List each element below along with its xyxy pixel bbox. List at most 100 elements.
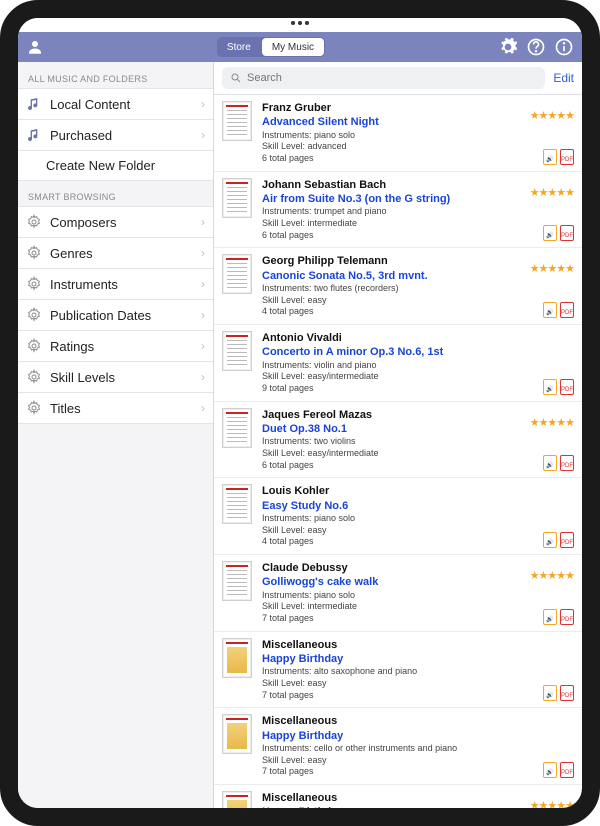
gear-icon[interactable] bbox=[498, 37, 518, 57]
list-item[interactable]: Miscellaneous Happy Birthday Instruments… bbox=[214, 632, 582, 709]
pdf-badge-icon[interactable]: PDF bbox=[560, 149, 574, 165]
pdf-badge-icon[interactable]: PDF bbox=[560, 609, 574, 625]
music-list: Franz Gruber Advanced Silent Night Instr… bbox=[214, 95, 582, 808]
sheet-thumbnail bbox=[222, 714, 252, 754]
sheet-thumbnail bbox=[222, 791, 252, 808]
skill-detail: Skill Level: easy bbox=[262, 525, 533, 537]
audio-badge-icon[interactable]: 🔊 bbox=[543, 762, 557, 778]
search-box[interactable] bbox=[222, 67, 545, 89]
pdf-badge-icon[interactable]: PDF bbox=[560, 455, 574, 471]
piece-title: Happy Birthday bbox=[262, 652, 533, 666]
sheet-thumbnail bbox=[222, 254, 252, 294]
chevron-right-icon: › bbox=[201, 370, 205, 384]
store-mymusic-segmented[interactable]: Store My Music bbox=[217, 37, 325, 57]
sidebar-item-purchased[interactable]: Purchased › bbox=[18, 119, 213, 151]
profile-icon[interactable] bbox=[26, 38, 44, 56]
chevron-right-icon: › bbox=[201, 401, 205, 415]
gear-icon bbox=[26, 400, 42, 416]
pdf-badge-icon[interactable]: PDF bbox=[560, 762, 574, 778]
sheet-thumbnail bbox=[222, 408, 252, 448]
pdf-badge-icon[interactable]: PDF bbox=[560, 379, 574, 395]
sidebar-item-create-folder[interactable]: Create New Folder bbox=[18, 150, 213, 181]
composer-name: Miscellaneous bbox=[262, 638, 533, 652]
composer-name: Georg Philipp Telemann bbox=[262, 254, 520, 268]
item-meta: Franz Gruber Advanced Silent Night Instr… bbox=[262, 101, 520, 165]
list-item[interactable]: Miscellaneous Happy Birthday Instruments… bbox=[214, 785, 582, 808]
sidebar: ALL MUSIC AND FOLDERS Local Content › Pu… bbox=[18, 62, 214, 808]
audio-badge-icon[interactable]: 🔊 bbox=[543, 302, 557, 318]
sidebar-item-label: Instruments bbox=[50, 277, 193, 292]
sidebar-item-titles[interactable]: Titles › bbox=[18, 392, 213, 424]
audio-badge-icon[interactable]: 🔊 bbox=[543, 532, 557, 548]
pages-detail: 4 total pages bbox=[262, 536, 533, 548]
tab-store[interactable]: Store bbox=[217, 37, 261, 57]
composer-name: Miscellaneous bbox=[262, 791, 520, 805]
composer-name: Antonio Vivaldi bbox=[262, 331, 533, 345]
piece-title: Happy Birthday bbox=[262, 729, 533, 743]
audio-badge-icon[interactable]: 🔊 bbox=[543, 379, 557, 395]
item-meta: Miscellaneous Happy Birthday Instruments… bbox=[262, 638, 533, 702]
composer-name: Miscellaneous bbox=[262, 714, 533, 728]
status-bar bbox=[18, 18, 582, 32]
tab-my-music[interactable]: My Music bbox=[262, 38, 324, 56]
search-input[interactable] bbox=[247, 72, 537, 84]
sidebar-item-ratings[interactable]: Ratings › bbox=[18, 330, 213, 362]
pdf-badge-icon[interactable]: PDF bbox=[560, 302, 574, 318]
piece-title: Easy Study No.6 bbox=[262, 499, 533, 513]
pages-detail: 4 total pages bbox=[262, 306, 520, 318]
sheet-thumbnail bbox=[222, 101, 252, 141]
piece-title: Canonic Sonata No.5, 3rd mvnt. bbox=[262, 269, 520, 283]
list-item[interactable]: Claude Debussy Golliwogg's cake walk Ins… bbox=[214, 555, 582, 632]
skill-detail: Skill Level: advanced bbox=[262, 141, 520, 153]
sidebar-item-local-content[interactable]: Local Content › bbox=[18, 88, 213, 120]
sidebar-item-label: Create New Folder bbox=[46, 158, 205, 173]
list-item[interactable]: Georg Philipp Telemann Canonic Sonata No… bbox=[214, 248, 582, 325]
instruments-detail: Instruments: piano solo bbox=[262, 513, 533, 525]
sidebar-item-skill-levels[interactable]: Skill Levels › bbox=[18, 361, 213, 393]
list-item[interactable]: Antonio Vivaldi Concerto in A minor Op.3… bbox=[214, 325, 582, 402]
list-item[interactable]: Jaques Fereol Mazas Duet Op.38 No.1 Inst… bbox=[214, 402, 582, 479]
rating-stars: ★★★★★ bbox=[530, 569, 574, 582]
skill-detail: Skill Level: intermediate bbox=[262, 601, 520, 613]
pages-detail: 7 total pages bbox=[262, 690, 533, 702]
list-item[interactable]: Franz Gruber Advanced Silent Night Instr… bbox=[214, 95, 582, 172]
sidebar-item-label: Publication Dates bbox=[50, 308, 193, 323]
list-item[interactable]: Louis Kohler Easy Study No.6 Instruments… bbox=[214, 478, 582, 555]
instruments-detail: Instruments: violin and piano bbox=[262, 360, 533, 372]
chevron-right-icon: › bbox=[201, 215, 205, 229]
rating-stars: ★★★★★ bbox=[530, 186, 574, 199]
sheet-thumbnail bbox=[222, 178, 252, 218]
pdf-badge-icon[interactable]: PDF bbox=[560, 225, 574, 241]
audio-badge-icon[interactable]: 🔊 bbox=[543, 225, 557, 241]
pages-detail: 6 total pages bbox=[262, 460, 520, 472]
chevron-right-icon: › bbox=[201, 277, 205, 291]
audio-badge-icon[interactable]: 🔊 bbox=[543, 609, 557, 625]
audio-badge-icon[interactable]: 🔊 bbox=[543, 149, 557, 165]
audio-badge-icon[interactable]: 🔊 bbox=[543, 685, 557, 701]
audio-badge-icon[interactable]: 🔊 bbox=[543, 455, 557, 471]
sheet-thumbnail bbox=[222, 561, 252, 601]
info-icon[interactable] bbox=[554, 37, 574, 57]
edit-button[interactable]: Edit bbox=[553, 71, 574, 85]
gear-icon bbox=[26, 245, 42, 261]
instruments-detail: Instruments: two violins bbox=[262, 436, 520, 448]
sidebar-item-pub-dates[interactable]: Publication Dates › bbox=[18, 299, 213, 331]
instruments-detail: Instruments: cello or other instruments … bbox=[262, 743, 533, 755]
piece-title: Concerto in A minor Op.3 No.6, 1st bbox=[262, 345, 533, 359]
sidebar-item-label: Genres bbox=[50, 246, 193, 261]
search-icon bbox=[230, 72, 242, 84]
chevron-right-icon: › bbox=[201, 339, 205, 353]
list-item[interactable]: Johann Sebastian Bach Air from Suite No.… bbox=[214, 172, 582, 249]
composer-name: Jaques Fereol Mazas bbox=[262, 408, 520, 422]
pdf-badge-icon[interactable]: PDF bbox=[560, 532, 574, 548]
help-icon[interactable] bbox=[526, 37, 546, 57]
skill-detail: Skill Level: intermediate bbox=[262, 218, 520, 230]
list-item[interactable]: Miscellaneous Happy Birthday Instruments… bbox=[214, 708, 582, 785]
pdf-badge-icon[interactable]: PDF bbox=[560, 685, 574, 701]
composer-name: Claude Debussy bbox=[262, 561, 520, 575]
sidebar-item-instruments[interactable]: Instruments › bbox=[18, 268, 213, 300]
sidebar-item-composers[interactable]: Composers › bbox=[18, 206, 213, 238]
sidebar-item-genres[interactable]: Genres › bbox=[18, 237, 213, 269]
pages-detail: 6 total pages bbox=[262, 153, 520, 165]
rating-stars: ★★★★★ bbox=[530, 109, 574, 122]
